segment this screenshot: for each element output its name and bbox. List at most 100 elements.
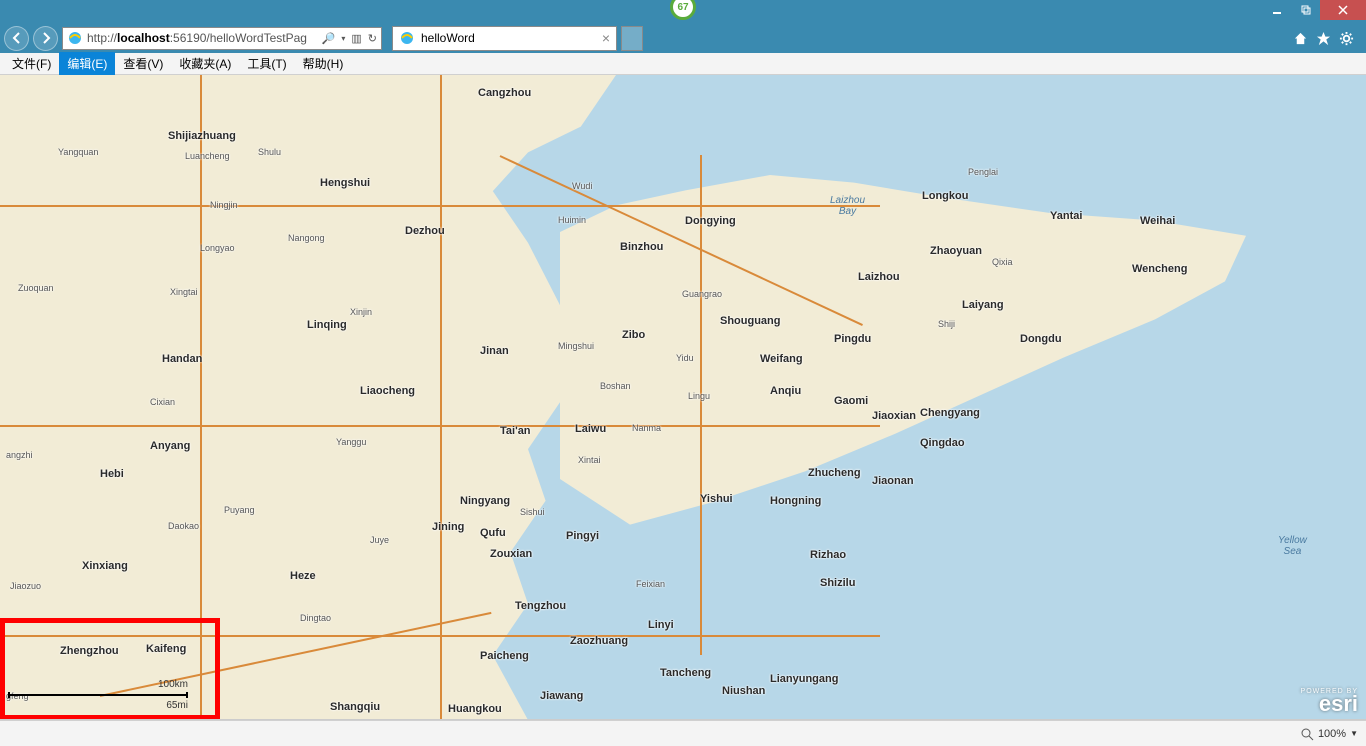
map-city-label: Zaozhuang [570,635,628,647]
map-city-label: Pingdu [834,333,871,345]
tab-close-button[interactable]: × [602,30,610,46]
browser-tab[interactable]: helloWord × [392,26,617,51]
map-city-label: Anyang [150,440,190,452]
ie-icon [399,30,415,46]
map-town-label: angzhi [6,450,33,460]
map-town-label: Yanggu [336,437,366,447]
map-city-label: Jinan [480,345,509,357]
map-city-label: Paicheng [480,650,529,662]
status-bar: 100% ▼ [0,720,1366,746]
map-town-label: Cixian [150,397,175,407]
map-city-label: Ningyang [460,495,510,507]
map-town-label: Puyang [224,505,255,515]
menu-bar: 文件(F) 编辑(E) 查看(V) 收藏夹(A) 工具(T) 帮助(H) [0,53,1366,75]
map-city-label: Tancheng [660,667,711,679]
map-city-label: Dongdu [1020,333,1062,345]
window-maximize-button[interactable] [1291,0,1320,20]
map-city-label: Dongying [685,215,736,227]
map-sea-label: LaizhouBay [830,195,865,217]
map-city-label: Qufu [480,527,506,539]
map-city-label: Laizhou [858,271,900,283]
menu-view[interactable]: 查看(V) [115,52,171,75]
map-city-label: Zhucheng [808,467,861,479]
map-town-label: Wudi [572,181,592,191]
map-city-label: Laiwu [575,423,606,435]
menu-help[interactable]: 帮助(H) [295,52,352,75]
url-text: http://localhost:56190/helloWordTestPag [87,31,318,45]
map-city-label: Shangqiu [330,701,380,713]
menu-tools[interactable]: 工具(T) [239,52,294,75]
map-town-label: Daokao [168,521,199,531]
map-town-label: Juye [370,535,389,545]
window-titlebar: 67 [0,0,1366,23]
menu-favorites[interactable]: 收藏夹(A) [171,52,239,75]
map-city-label: Linyi [648,619,674,631]
dropdown-icon[interactable]: ▾ [341,34,345,43]
zoom-value: 100% [1318,728,1346,740]
map-city-label: Shizilu [820,577,855,589]
notification-badge[interactable]: 67 [670,0,696,20]
back-button[interactable] [4,26,29,51]
address-bar[interactable]: http://localhost:56190/helloWordTestPag … [62,27,382,50]
map-town-label: Boshan [600,381,631,391]
map-city-label: Dezhou [405,225,445,237]
menu-file[interactable]: 文件(F) [4,52,59,75]
zoom-icon [1300,727,1314,741]
map-town-label: Feixian [636,579,665,589]
map-town-label: Xintai [578,455,601,465]
map-town-label: Mingshui [558,341,594,351]
favorites-icon[interactable] [1316,31,1331,46]
refresh-icon[interactable]: ↻ [368,32,377,45]
search-icon[interactable]: 🔎 [322,32,336,45]
map-city-label: Tengzhou [515,600,566,612]
map-sea-label: YellowSea [1278,535,1307,557]
map-scale-bar: 100km 65mi [8,679,188,711]
map-city-label: Handan [162,353,202,365]
map-city-label: Niushan [722,685,765,697]
map-city-label: Yantai [1050,210,1082,222]
map-town-label: Shulu [258,147,281,157]
window-minimize-button[interactable] [1262,0,1291,20]
map-road [700,155,702,655]
map-city-label: Heze [290,570,316,582]
map-city-label: Rizhao [810,549,846,561]
new-tab-button[interactable] [621,26,643,51]
map-town-label: Zuoquan [18,283,54,293]
map-city-label: Gaomi [834,395,868,407]
map-city-label: Shijiazhuang [168,130,236,142]
map-city-label: Binzhou [620,241,663,253]
attribution-prefix: POWERED BY [1301,688,1358,695]
settings-icon[interactable] [1339,31,1354,46]
map-road [200,75,202,720]
map-city-label: Weihai [1140,215,1175,227]
map-city-label: Chengyang [920,407,980,419]
map-city-label: Cangzhou [478,87,531,99]
zoom-control[interactable]: 100% ▼ [1300,727,1358,741]
map-town-label: Ningjin [210,200,238,210]
map-city-label: Hengshui [320,177,370,189]
menu-edit[interactable]: 编辑(E) [59,52,115,75]
map-city-label: Shouguang [720,315,781,327]
forward-button[interactable] [33,26,58,51]
map-viewport[interactable]: Shijiazhuang Cangzhou Hengshui Dezhou Binzho… [0,75,1366,720]
map-town-label: Shiji [938,319,955,329]
map-city-label: Zhaoyuan [930,245,982,257]
map-city-label: Pingyi [566,530,599,542]
map-city-label: Anqiu [770,385,801,397]
window-close-button[interactable] [1320,0,1366,20]
home-icon[interactable] [1293,31,1308,46]
map-city-label: Qingdao [920,437,965,449]
map-city-label: Hebi [100,468,124,480]
map-city-label: Kaifeng [146,643,186,655]
map-city-label: Tai'an [500,425,531,437]
map-town-label: Penglai [968,167,998,177]
map-town-label: Nangong [288,233,325,243]
compat-icon[interactable]: ▥ [351,32,361,45]
map-town-label: Luancheng [185,151,230,161]
map-city-label: Zibo [622,329,645,341]
map-town-label: Dingtao [300,613,331,623]
map-city-label: Xinxiang [82,560,128,572]
map-city-label: Laiyang [962,299,1004,311]
map-city-label: Huangkou [448,703,502,715]
zoom-dropdown-icon[interactable]: ▼ [1350,729,1358,738]
